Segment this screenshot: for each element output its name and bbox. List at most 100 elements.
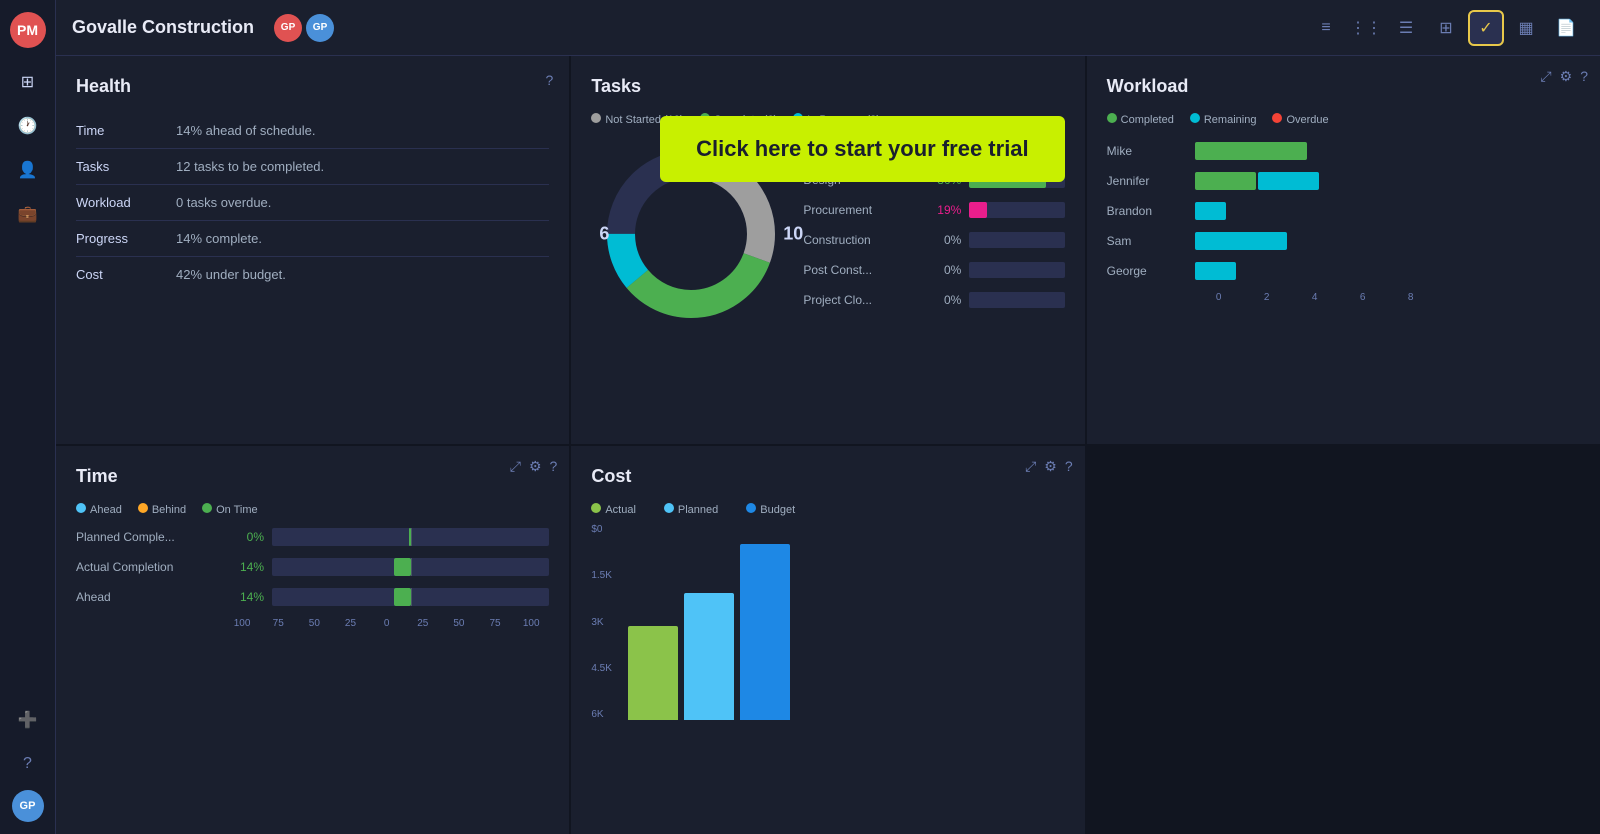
task-bar-label: Construction — [803, 233, 913, 247]
workload-axis: 02468 — [1107, 292, 1580, 303]
time-axis-label: 50 — [441, 618, 477, 629]
workload-axis-label: 6 — [1339, 292, 1387, 303]
sidebar: PM ⊞ 🕐 👤 💼 ➕ ? GP — [0, 0, 56, 834]
time-bars: Planned Comple... 0% Actual Completion 1… — [76, 528, 549, 606]
health-label: Progress — [76, 221, 176, 257]
cost-y-label: 3K — [591, 617, 612, 628]
workload-person-row: Jennifer — [1107, 172, 1580, 190]
task-bar-row: Construction 0% — [803, 232, 1064, 248]
cost-chart: 6K4.5K3K1.5K$0 — [591, 524, 1064, 744]
task-bar-label: Project Clo... — [803, 293, 913, 307]
time-legend-item: Ahead — [76, 503, 122, 516]
workload-expand-icon[interactable]: ⤢ — [1540, 68, 1551, 85]
task-bar-track — [969, 262, 1064, 278]
avatar-group: GP GP — [274, 14, 334, 42]
health-label: Workload — [76, 185, 176, 221]
avatar-user1[interactable]: GP — [274, 14, 302, 42]
time-axis-label: 100 — [513, 618, 549, 629]
analytics-view-button[interactable]: ✓ — [1468, 10, 1504, 46]
workload-axis-label: 2 — [1243, 292, 1291, 303]
workload-panel: Workload ⤢ ⚙ ? CompletedRemainingOverdue… — [1087, 56, 1600, 444]
time-axis-label: 50 — [296, 618, 332, 629]
app-logo[interactable]: PM — [10, 12, 46, 48]
calendar-view-button[interactable]: ▦ — [1508, 10, 1544, 46]
workload-person-bars — [1195, 142, 1307, 160]
sidebar-item-help[interactable]: ? — [10, 746, 46, 782]
workload-person-name: Mike — [1107, 144, 1187, 158]
task-bar-pct: 0% — [921, 263, 961, 277]
cost-bar — [740, 544, 790, 720]
cost-actions: ⤢ ⚙ ? — [1025, 458, 1073, 475]
workload-person-name: George — [1107, 264, 1187, 278]
time-panel: Time ⤢ ⚙ ? AheadBehindOn Time Planned Co… — [56, 446, 569, 834]
sidebar-item-time[interactable]: 🕐 — [10, 108, 46, 144]
workload-person-name: Jennifer — [1107, 174, 1187, 188]
time-expand-icon[interactable]: ⤢ — [510, 458, 521, 475]
workload-person-name: Sam — [1107, 234, 1187, 248]
time-axis-label: 25 — [332, 618, 368, 629]
health-row: Time14% ahead of schedule. — [76, 113, 549, 149]
health-panel: Health ? Time14% ahead of schedule.Tasks… — [56, 56, 569, 444]
workload-person-bars — [1195, 232, 1287, 250]
time-bar-row: Ahead 14% — [76, 588, 549, 606]
health-row: Workload0 tasks overdue. — [76, 185, 549, 221]
cost-y-label: $0 — [591, 524, 612, 535]
sidebar-item-portfolio[interactable]: 💼 — [10, 196, 46, 232]
time-title: Time — [76, 466, 549, 487]
workload-help-icon[interactable]: ? — [1580, 68, 1588, 85]
task-bar-row: Post Const... 0% — [803, 262, 1064, 278]
time-axis-label: 75 — [477, 618, 513, 629]
workload-legend: CompletedRemainingOverdue — [1107, 113, 1580, 126]
cta-banner[interactable]: Click here to start your free trial — [660, 116, 1065, 182]
time-bar-fill — [394, 588, 411, 606]
workload-settings-icon[interactable]: ⚙ — [1560, 68, 1573, 85]
time-actions: ⤢ ⚙ ? — [510, 458, 558, 475]
cost-expand-icon[interactable]: ⤢ — [1025, 458, 1036, 475]
health-title: Health — [76, 76, 549, 97]
task-bar-track — [969, 232, 1064, 248]
time-bar-pct: 14% — [224, 590, 264, 604]
sidebar-item-add[interactable]: ➕ — [10, 702, 46, 738]
time-axis-label: 100 — [224, 618, 260, 629]
time-settings-icon[interactable]: ⚙ — [529, 458, 542, 475]
gantt-view-button[interactable]: ⋮⋮ — [1348, 10, 1384, 46]
cost-help-icon[interactable]: ? — [1065, 458, 1073, 475]
task-bar-row: Procurement 19% — [803, 202, 1064, 218]
health-label: Cost — [76, 257, 176, 293]
sidebar-item-users[interactable]: 👤 — [10, 152, 46, 188]
health-label: Tasks — [76, 149, 176, 185]
avatar[interactable]: GP — [12, 790, 44, 822]
task-bar-pct: 19% — [921, 203, 961, 217]
grid-view-button[interactable]: ⊞ — [1428, 10, 1464, 46]
health-value: 14% ahead of schedule. — [176, 113, 549, 149]
workload-person-row: Sam — [1107, 232, 1580, 250]
cost-settings-icon[interactable]: ⚙ — [1044, 458, 1057, 475]
task-bar-pct: 0% — [921, 293, 961, 307]
sidebar-item-home[interactable]: ⊞ — [10, 64, 46, 100]
health-value: 42% under budget. — [176, 257, 549, 293]
cost-legend-item: Planned — [664, 503, 718, 516]
workload-bars: Mike Jennifer Brandon Sam — [1107, 142, 1580, 280]
task-bar-fill — [969, 202, 987, 218]
health-label: Time — [76, 113, 176, 149]
health-value: 14% complete. — [176, 221, 549, 257]
workload-completed-bar — [1195, 172, 1256, 190]
cost-title: Cost — [591, 466, 1064, 487]
list-view-button[interactable]: ≡ — [1308, 10, 1344, 46]
time-bar-label: Ahead — [76, 590, 216, 604]
task-bar-track — [969, 202, 1064, 218]
filter-button[interactable]: ☰ — [1388, 10, 1424, 46]
avatar-user2[interactable]: GP — [306, 14, 334, 42]
doc-view-button[interactable]: 📄 — [1548, 10, 1584, 46]
cost-bar — [684, 593, 734, 720]
workload-person-name: Brandon — [1107, 204, 1187, 218]
time-bar-fill — [394, 558, 411, 576]
time-help-icon[interactable]: ? — [550, 458, 558, 475]
health-help-icon[interactable]: ? — [546, 72, 554, 88]
task-bar-row: Project Clo... 0% — [803, 292, 1064, 308]
health-table: Time14% ahead of schedule.Tasks12 tasks … — [76, 113, 549, 292]
topbar: Govalle Construction GP GP ≡ ⋮⋮ ☰ ⊞ ✓ ▦ … — [56, 0, 1600, 56]
donut-label-notstarted: 10 — [783, 224, 803, 245]
cost-y-label: 6K — [591, 709, 612, 720]
health-value: 0 tasks overdue. — [176, 185, 549, 221]
